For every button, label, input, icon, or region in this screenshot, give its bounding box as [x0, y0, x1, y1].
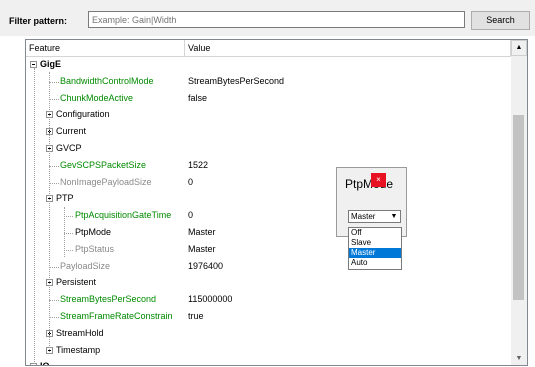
tree-row[interactable]: Configuration [26, 107, 511, 124]
tree-header: Feature Value [26, 40, 511, 57]
tree-row[interactable]: GigE [26, 57, 511, 74]
column-header-feature[interactable]: Feature [26, 40, 185, 56]
tree-row[interactable]: PtpStatus Master [26, 242, 511, 259]
feature-value[interactable]: 115000000 [188, 294, 232, 304]
feature-label: PayloadSize [60, 260, 111, 271]
tree-connector [49, 266, 59, 268]
tree-row[interactable]: GevSCPSPacketSize 1522 [26, 158, 511, 175]
feature-label: PtpAcquisitionGateTime [75, 210, 172, 221]
tree-row[interactable]: PtpMode Master [26, 225, 511, 242]
feature-value[interactable]: 0 [188, 177, 193, 187]
feature-label: PtpStatus [75, 243, 115, 254]
tree-row[interactable]: PayloadSize 1976400 [26, 259, 511, 276]
tree-guide-line [34, 68, 35, 365]
feature-label: Configuration [56, 109, 110, 120]
tree-row[interactable]: NonImagePayloadSize 0 [26, 175, 511, 192]
feature-label: ChunkModeActive [60, 92, 134, 103]
tree-row[interactable]: Persistent [26, 275, 511, 292]
tree-connector [49, 98, 59, 100]
tree-rows: GigE BandwidthControlMode StreamBytesPerSe… [26, 57, 511, 365]
feature-value[interactable]: true [188, 311, 204, 321]
feature-value[interactable]: Master [188, 244, 216, 254]
tree-connector [64, 232, 73, 234]
tree-guide-line [64, 207, 65, 257]
close-icon[interactable]: × [371, 173, 386, 187]
feature-value[interactable]: StreamBytesPerSecond [188, 76, 284, 86]
dropdown-option[interactable]: Master [349, 248, 401, 258]
tree-connector [49, 182, 59, 184]
filter-input[interactable] [88, 11, 465, 28]
vertical-scrollbar[interactable]: ▲ ▼ [511, 40, 527, 365]
scroll-down-arrow-icon[interactable]: ▼ [511, 353, 527, 365]
feature-label: GVCP [56, 142, 82, 153]
combobox-value: Master [351, 212, 376, 221]
feature-label: BandwidthControlMode [60, 75, 154, 86]
feature-label: StreamBytesPerSecond [60, 294, 157, 305]
ptpmode-combobox[interactable]: Master ▼ [348, 210, 401, 223]
feature-label: Persistent [56, 277, 97, 288]
feature-label: GigE [40, 59, 62, 69]
tree-row[interactable]: StreamHold [26, 326, 511, 343]
tree-connector [49, 300, 59, 302]
tree-connector [64, 249, 73, 251]
tree-row[interactable]: BandwidthControlMode StreamBytesPerSecond [26, 74, 511, 91]
feature-value[interactable]: Master [188, 227, 216, 237]
feature-label: PTP [56, 193, 74, 204]
feature-label: Timestamp [56, 344, 101, 355]
scroll-up-arrow-icon[interactable]: ▲ [511, 40, 527, 56]
feature-value[interactable]: 1976400 [188, 261, 223, 271]
feature-label: StreamFrameRateConstrain [60, 310, 173, 321]
tree-row[interactable]: PtpAcquisitionGateTime 0 [26, 208, 511, 225]
tree-connector [64, 216, 73, 218]
search-button[interactable]: Search [471, 11, 530, 30]
feature-label: Current [56, 126, 87, 137]
tree-row[interactable]: Current [26, 124, 511, 141]
tree-connector [49, 316, 59, 318]
feature-label: IO [40, 361, 50, 365]
dropdown-option[interactable]: Auto [349, 258, 401, 268]
feature-label: NonImagePayloadSize [60, 176, 152, 187]
feature-value[interactable]: false [188, 93, 207, 103]
tree-row[interactable]: StreamBytesPerSecond 115000000 [26, 292, 511, 309]
scroll-thumb[interactable] [513, 115, 524, 300]
tree-guide-line [49, 72, 50, 352]
tree-row[interactable]: PTP [26, 191, 511, 208]
tree-row[interactable]: IO [26, 359, 511, 365]
ptpmode-dropdown-list: Off Slave Master Auto [348, 227, 402, 270]
chevron-down-icon[interactable]: ▼ [389, 211, 399, 222]
tree-connector [49, 81, 59, 83]
tree-connector [49, 165, 59, 167]
filter-bar: Filter pattern: Search [0, 0, 535, 36]
filter-label: Filter pattern: [9, 16, 68, 26]
tree-row[interactable]: GVCP [26, 141, 511, 158]
collapse-minus-icon[interactable] [30, 61, 37, 68]
feature-tree: Feature Value GigE BandwidthControlMode St… [25, 39, 528, 366]
feature-label: PtpMode [75, 226, 112, 237]
tree-row[interactable]: ChunkModeActive false [26, 91, 511, 108]
column-header-value[interactable]: Value [185, 40, 511, 56]
feature-value[interactable]: 0 [188, 210, 193, 220]
tree-row[interactable]: Timestamp [26, 343, 511, 360]
feature-label: GevSCPSPacketSize [60, 159, 147, 170]
feature-value[interactable]: 1522 [188, 160, 208, 170]
feature-label: StreamHold [56, 327, 104, 338]
dropdown-option[interactable]: Slave [349, 238, 401, 248]
tree-row[interactable]: StreamFrameRateConstrain true [26, 309, 511, 326]
dropdown-option[interactable]: Off [349, 228, 401, 238]
